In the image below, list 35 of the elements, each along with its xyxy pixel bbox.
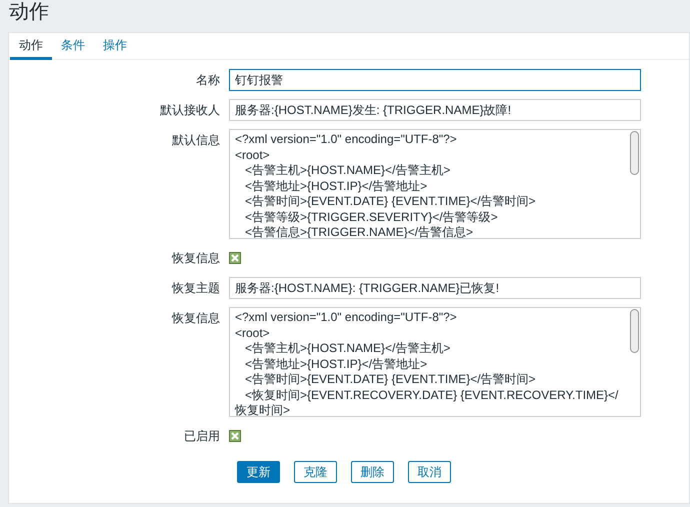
field-label: 名称 bbox=[195, 72, 221, 89]
text-field[interactable]: 钉钉报警 bbox=[229, 69, 641, 91]
text-line: <?xml version="1.0" encoding="UTF-8"?> bbox=[235, 310, 458, 326]
text-line: <root> bbox=[235, 148, 271, 163]
scrollbar[interactable] bbox=[630, 309, 639, 353]
field-label: 恢复信息 bbox=[170, 310, 221, 327]
tab[interactable]: 动作 bbox=[10, 33, 52, 60]
field-label: 已启用 bbox=[183, 428, 221, 445]
text-line: <告警时间>{EVENT.DATE} {EVENT.TIME}</告警时间> bbox=[244, 194, 537, 210]
tab[interactable]: 操作 bbox=[94, 33, 136, 60]
text-line: <告警地址>{HOST.IP}</告警地址> bbox=[244, 356, 428, 372]
tab[interactable]: 条件 bbox=[52, 33, 94, 60]
field-label: 恢复主题 bbox=[170, 280, 221, 297]
form-button[interactable]: 取消 bbox=[408, 461, 451, 483]
checkbox[interactable] bbox=[229, 430, 241, 442]
text-line: <告警主机>{HOST.NAME}</告警主机> bbox=[244, 163, 452, 178]
field-label: 默认接收人 bbox=[159, 102, 221, 119]
text-area[interactable]: <?xml version="1.0" encoding="UTF-8"?> <root> <告警主机>{HOST.NAME}</告警主机> <告警地址>{HOST.IP}</告警地址> <告警时间>{EVENT.DATE} {EVENT.TIME}</告警时间> <恢复时间>{EVENT.RECOVERY.DATE} {EVENT.RECOVERY.TIME}</恢复时间> bbox=[229, 307, 641, 417]
text-line: <恢复时间>{EVENT.RECOVERY.DATE} {EVENT.RECOVERY.TIME}</恢复时间> bbox=[235, 388, 620, 416]
text-field[interactable]: 服务器:{HOST.NAME}: {TRIGGER.NAME}已恢复! bbox=[229, 277, 641, 299]
text-line: <?xml version="1.0" encoding="UTF-8"?> bbox=[235, 132, 458, 148]
text-line: <告警主机>{HOST.NAME}</告警主机> bbox=[244, 341, 452, 356]
checkbox[interactable] bbox=[229, 252, 241, 264]
scrollbar[interactable] bbox=[630, 131, 639, 175]
form-button[interactable]: 更新 bbox=[237, 461, 280, 483]
text-line: <告警等级>{TRIGGER.SEVERITY}</告警等级> bbox=[244, 210, 499, 225]
field-label: 恢复信息 bbox=[170, 250, 221, 267]
text-line: <告警时间>{EVENT.DATE} {EVENT.TIME}</告警时间> bbox=[244, 372, 537, 388]
text-line: <告警地址>{HOST.IP}</告警地址> bbox=[244, 178, 428, 194]
form-button[interactable]: 删除 bbox=[351, 461, 394, 483]
page-title: 动作 bbox=[9, 0, 49, 24]
field-label: 默认信息 bbox=[171, 132, 221, 149]
text-line: <root> bbox=[235, 326, 271, 341]
form-button[interactable]: 克隆 bbox=[294, 461, 337, 483]
text-field[interactable]: 服务器:{HOST.NAME}发生: {TRIGGER.NAME}故障! bbox=[229, 99, 641, 121]
